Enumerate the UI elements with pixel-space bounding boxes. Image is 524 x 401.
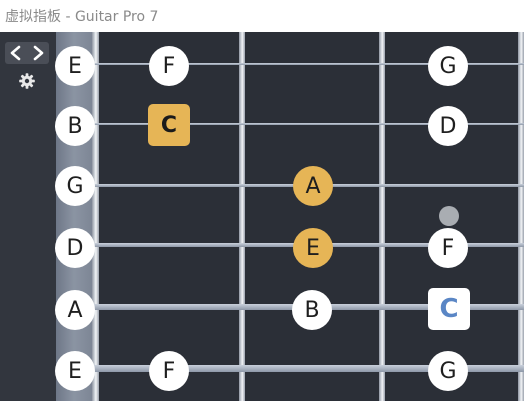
note-s1-f1[interactable]: F [149, 46, 189, 86]
window-title: 虚拟指板 - Guitar Pro 7 [5, 9, 159, 25]
nut [56, 32, 96, 401]
note-s4-f3[interactable]: F [428, 228, 468, 268]
open-string-4[interactable]: D [55, 228, 95, 268]
fretboard [56, 32, 524, 401]
open-string-5[interactable]: A [55, 290, 95, 330]
fret-3 [518, 32, 524, 401]
note-s2-f1-root[interactable]: C [148, 104, 190, 146]
note-s3-f2[interactable]: A [293, 166, 333, 206]
open-string-3[interactable]: G [55, 166, 95, 206]
note-s1-f3[interactable]: G [428, 46, 468, 86]
open-string-1[interactable]: E [55, 46, 95, 86]
note-s6-f3[interactable]: G [428, 351, 468, 391]
note-s4-f2[interactable]: E [293, 228, 333, 268]
fret-2 [379, 32, 385, 401]
string-3 [56, 184, 524, 187]
gear-icon[interactable] [17, 71, 37, 91]
sidebar [0, 32, 56, 401]
fret-marker-dot [439, 206, 459, 226]
nav-arrows[interactable] [5, 42, 49, 64]
chevron-left-icon[interactable] [9, 45, 23, 61]
open-string-2[interactable]: B [55, 106, 95, 146]
note-s5-f3-root[interactable]: C [428, 288, 470, 330]
note-s6-f1[interactable]: F [149, 351, 189, 391]
note-s2-f3[interactable]: D [428, 106, 468, 146]
nut-edge [92, 32, 99, 401]
title-bar: 虚拟指板 - Guitar Pro 7 [0, 0, 524, 32]
fret-1 [239, 32, 245, 401]
open-string-6[interactable]: E [55, 351, 95, 391]
note-s5-f2[interactable]: B [292, 290, 332, 330]
chevron-right-icon[interactable] [31, 45, 45, 61]
